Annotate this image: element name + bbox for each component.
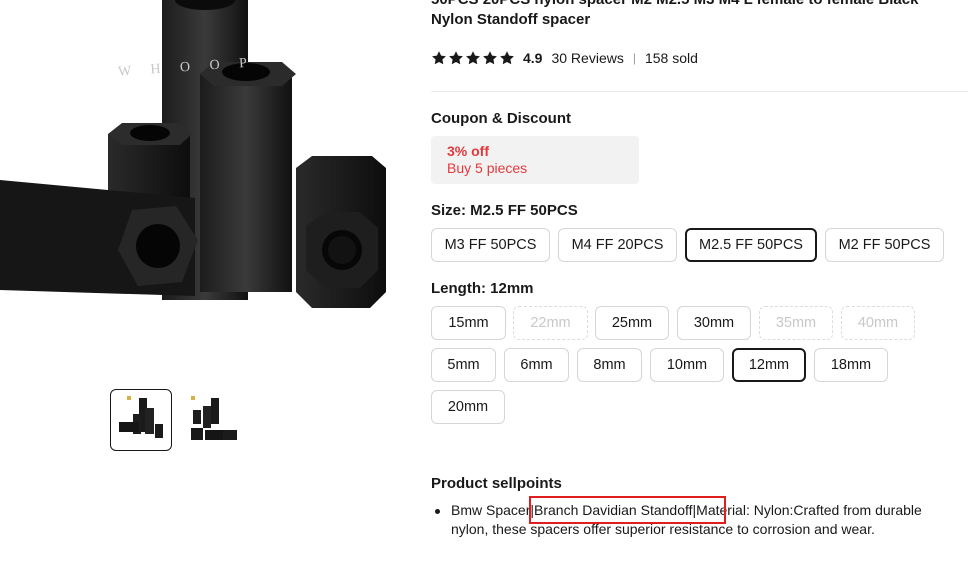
length-option[interactable]: 30mm (677, 306, 751, 340)
rating-row: 4.9 30 Reviews | 158 sold (431, 48, 698, 68)
size-option[interactable]: M2 FF 50PCS (825, 228, 944, 262)
thumbnail-image (191, 396, 237, 440)
star-icon (432, 51, 446, 65)
product-title: 50PCS 20PCS nylon spacer M2 M2.5 M3 M4 L… (431, 0, 918, 28)
star-icon (500, 51, 514, 65)
length-option[interactable]: 15mm (431, 306, 506, 340)
separator: | (632, 51, 636, 65)
thumbnail-image (119, 396, 163, 438)
length-option: 35mm (759, 306, 833, 340)
coupon-percent: 3% off (447, 143, 489, 159)
length-option[interactable]: 6mm (504, 348, 569, 382)
sold-count: 158 sold (644, 50, 698, 66)
coupon-card[interactable]: 3% off Buy 5 pieces (431, 136, 639, 184)
length-option[interactable]: 5mm (431, 348, 496, 382)
length-option[interactable]: 10mm (650, 348, 724, 382)
length-option[interactable]: 12mm (732, 348, 806, 382)
size-option[interactable]: M3 FF 50PCS (431, 228, 550, 262)
star-icon (466, 51, 480, 65)
reviews-link[interactable]: 30 Reviews (551, 50, 623, 66)
highlight-box (529, 496, 726, 524)
rating-value: 4.9 (523, 50, 543, 66)
length-option: 40mm (841, 306, 915, 340)
length-option[interactable]: 18mm (814, 348, 888, 382)
bullet (435, 509, 440, 514)
star-rating (431, 50, 515, 66)
thumbnail-2[interactable] (178, 389, 240, 451)
length-option[interactable]: 8mm (577, 348, 642, 382)
length-heading: Length: 12mm (431, 280, 534, 297)
sellpoints-heading: Product sellpoints (431, 475, 562, 492)
size-option[interactable]: M4 FF 20PCS (558, 228, 677, 262)
spacers-photo (0, 0, 386, 308)
coupon-description: Buy 5 pieces (447, 160, 528, 176)
length-option[interactable]: 25mm (595, 306, 669, 340)
sellpoint-prefix: Bmw Spacer (451, 502, 531, 518)
coupon-heading: Coupon & Discount (431, 110, 571, 127)
main-product-image[interactable]: W H O O P (0, 0, 408, 340)
star-icon (483, 51, 497, 65)
size-heading: Size: M2.5 FF 50PCS (431, 202, 578, 219)
length-option: 22mm (513, 306, 588, 340)
divider (431, 91, 968, 92)
thumbnail-1[interactable] (110, 389, 172, 451)
size-option[interactable]: M2.5 FF 50PCS (685, 228, 817, 262)
length-option[interactable]: 20mm (431, 390, 505, 424)
star-icon (449, 51, 463, 65)
